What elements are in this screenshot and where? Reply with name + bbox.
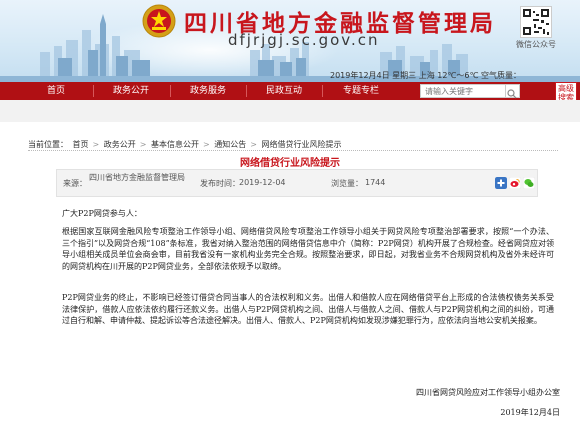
nav-divider (322, 85, 323, 97)
article-paragraph: 根据国家互联网金融风险专项整治工作领导小组、网络借贷风险专项整治工作领导小组关于… (62, 227, 554, 271)
qr-code-icon (520, 6, 552, 38)
article-greeting: 广大P2P网贷参与人： (62, 209, 142, 218)
source-label: 来源： (63, 179, 87, 188)
emblem-icon (142, 4, 176, 38)
site-url: dfjrjgj.sc.gov.cn (228, 31, 380, 49)
breadcrumb-current: 网络借贷行业风险提示 (261, 140, 342, 149)
view-count-label: 浏览量： (331, 179, 363, 188)
breadcrumb-separator: > (250, 140, 257, 149)
wechat-icon[interactable] (523, 177, 535, 189)
breadcrumb-separator: > (203, 140, 210, 149)
publish-date-label: 发布时间： (200, 179, 240, 188)
divider (28, 150, 558, 151)
search-icon (507, 89, 517, 99)
source-value: 四川省地方金融监督管理局 (89, 173, 185, 182)
banner-divider-strip (0, 100, 580, 122)
nav-government-services[interactable]: 政务服务 (190, 82, 226, 100)
view-count-value: 1744 (365, 178, 386, 187)
article-sign-date: 2019年12月4日 (500, 408, 560, 417)
weibo-icon[interactable] (509, 177, 521, 189)
nav-divider (170, 85, 171, 97)
breadcrumb-separator: > (139, 140, 147, 149)
breadcrumb-prefix: 当前位置： (28, 140, 68, 149)
search-input[interactable]: 请输入关键字 (420, 84, 506, 98)
qr-code-label: 微信公众号 (516, 40, 556, 49)
publish-date-value: 2019-12-04 (239, 178, 286, 187)
header-banner: 四川省地方金融监督管理局 dfjrjgj.sc.gov.cn 微信公众号 201… (0, 0, 580, 82)
nav-government-affairs[interactable]: 政务公开 (113, 82, 149, 100)
nav-special-topics[interactable]: 专题专栏 (343, 82, 379, 100)
nav-divider (93, 85, 94, 97)
nav-interaction[interactable]: 民政互动 (266, 82, 302, 100)
article-title: 网络借贷行业风险提示 (240, 158, 340, 169)
breadcrumb-notices[interactable]: 通知公告 (214, 140, 246, 149)
breadcrumb-basic-info[interactable]: 基本信息公开 (151, 140, 199, 149)
breadcrumb-government-affairs[interactable]: 政务公开 (104, 140, 136, 149)
breadcrumb-separator: > (92, 140, 100, 149)
nav-home[interactable]: 首页 (47, 82, 65, 100)
plus-share-icon[interactable] (495, 177, 507, 189)
article-meta: 来源： 四川省地方金融监督管理局 发布时间： 2019-12-04 浏览量： 1… (56, 169, 538, 197)
nav-divider (246, 85, 247, 97)
date-weather-bar: 2019年12月4日 星期三 上海 12℃～6℃ 空气质量： (330, 71, 522, 80)
breadcrumb: 当前位置： 首页 > 政务公开 > 基本信息公开 > 通知公告 > 网络借贷行业风险提示 (28, 139, 344, 150)
breadcrumb-home[interactable]: 首页 (73, 140, 89, 149)
search-button[interactable] (506, 84, 520, 99)
article-paragraph: P2P网贷业务的终止，不影响已经签订借贷合同当事人的合法权利和义务。出借人和借款… (62, 293, 554, 325)
article-signature: 四川省网贷风险应对工作领导小组办公室 (416, 388, 560, 397)
